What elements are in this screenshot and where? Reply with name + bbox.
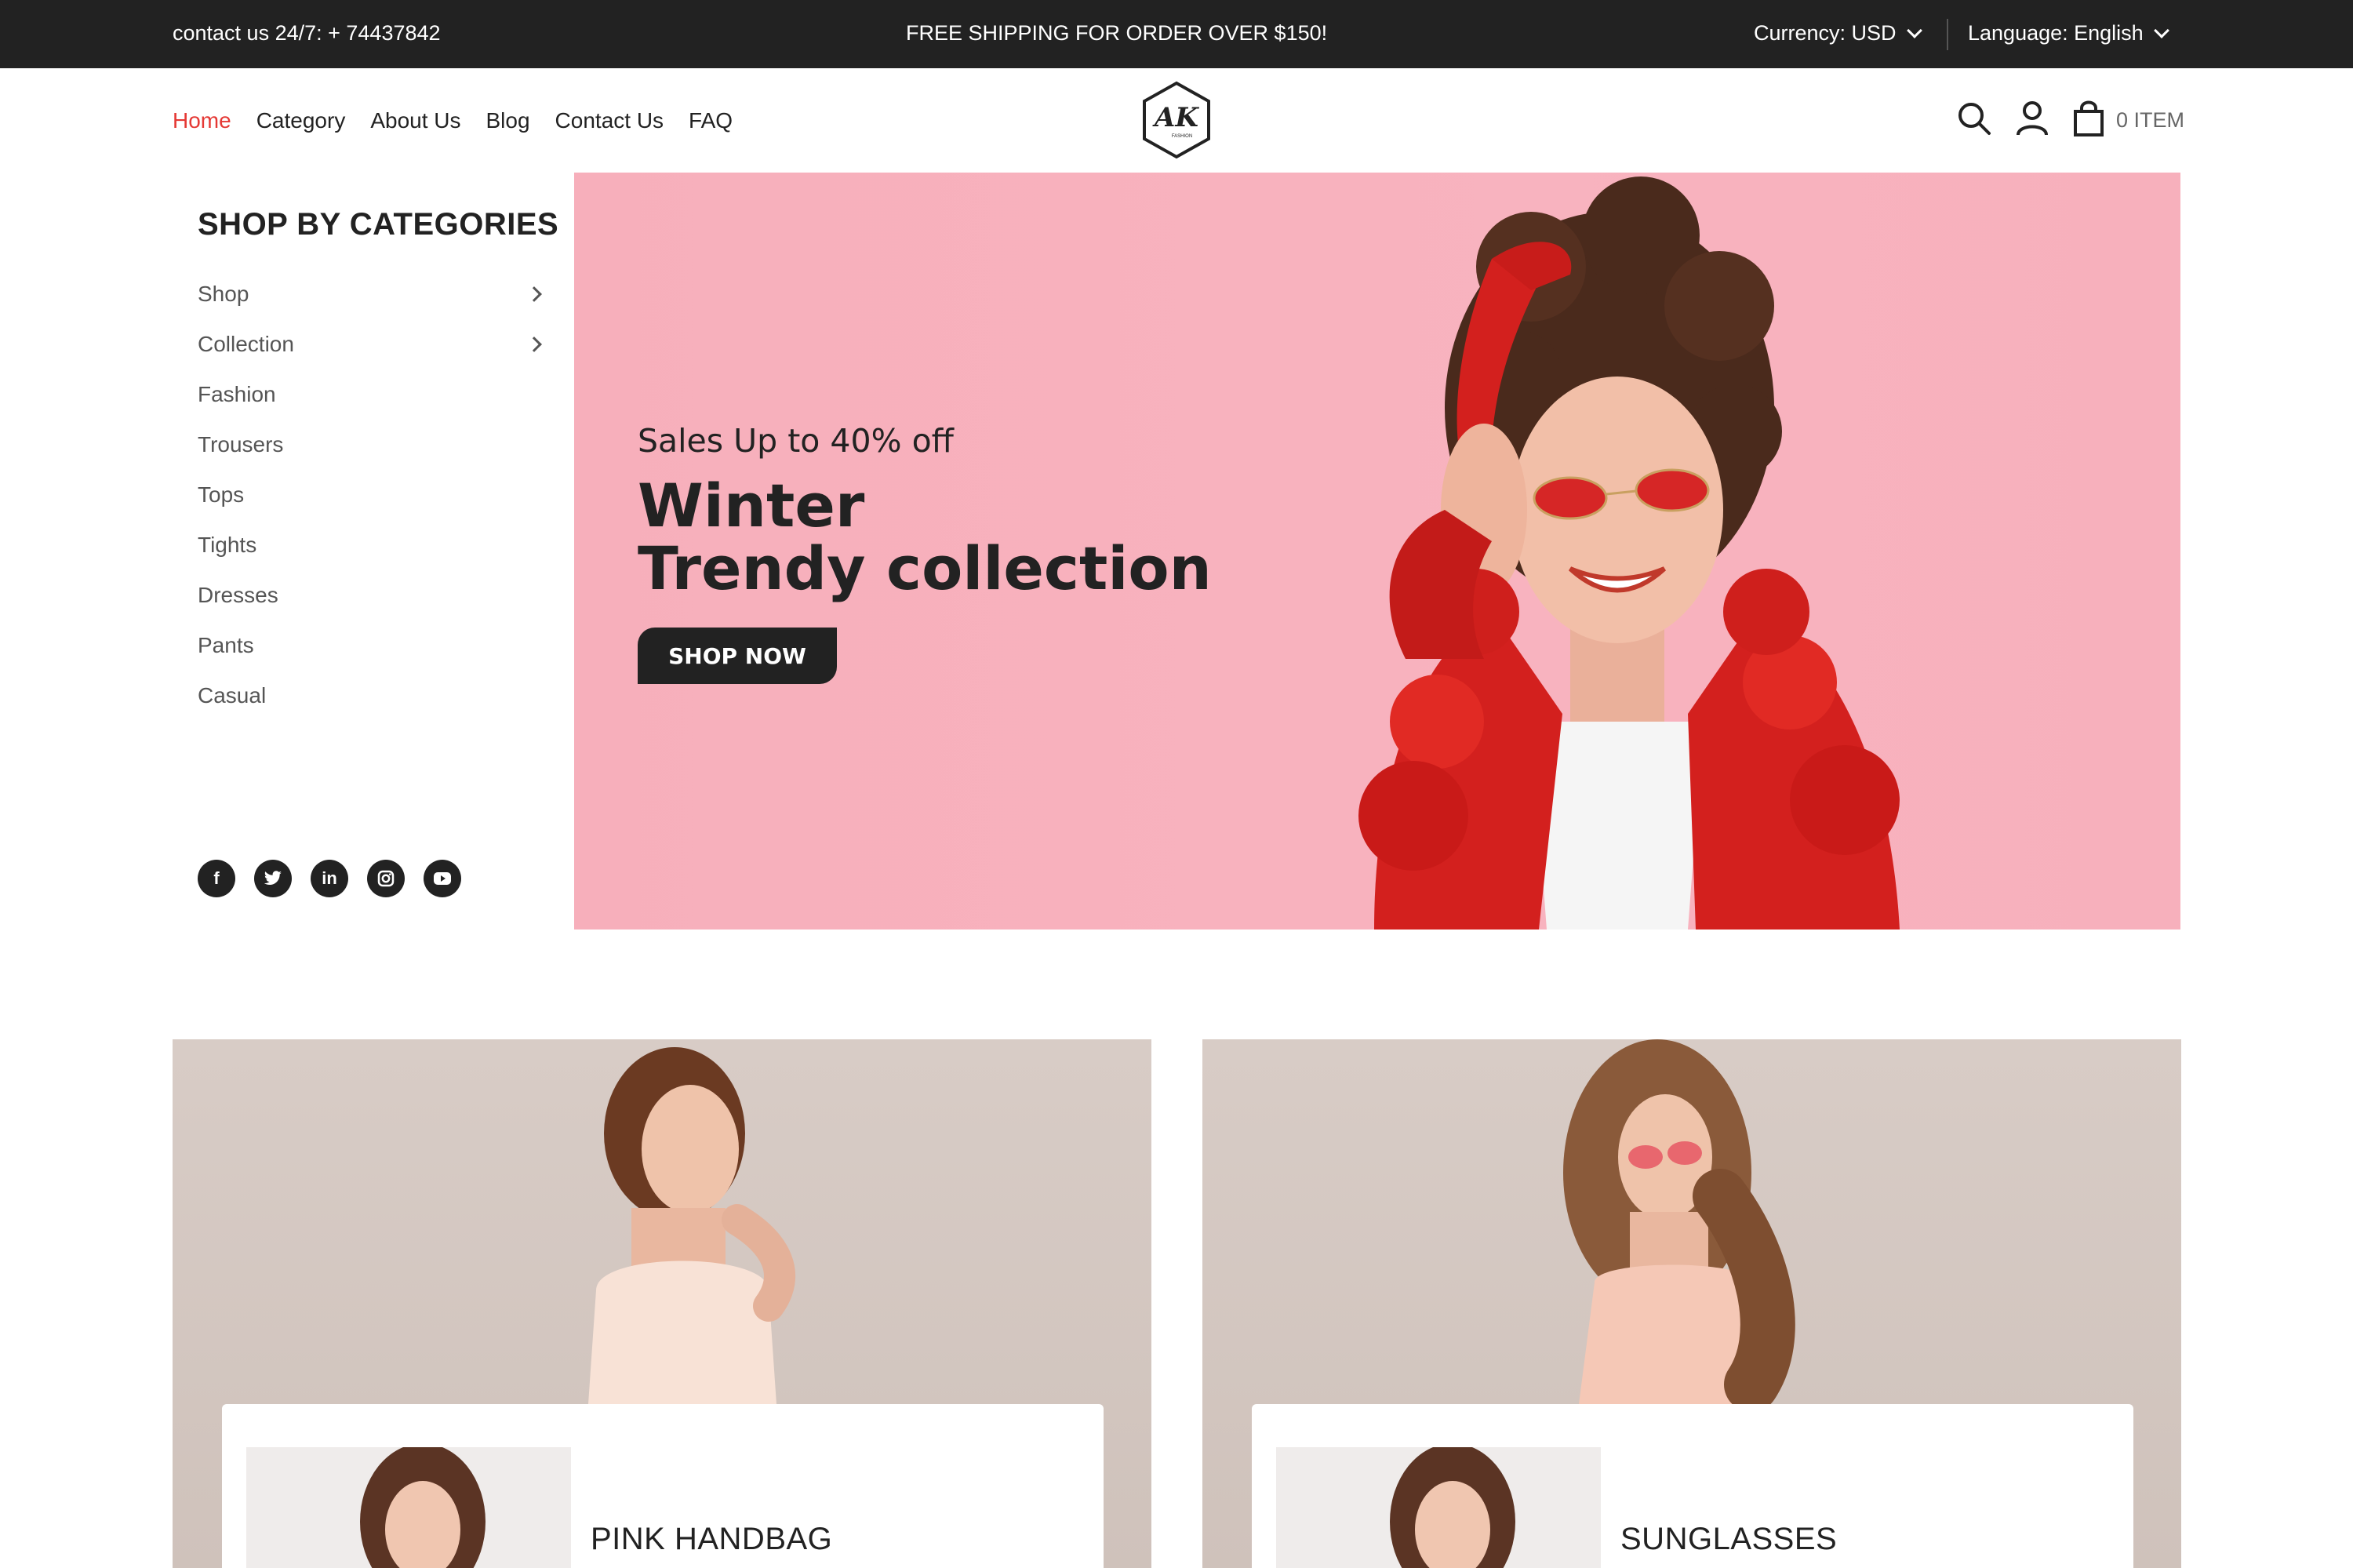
category-label: Tops [198,482,245,507]
user-icon[interactable] [2016,100,2049,140]
youtube-icon[interactable] [424,860,461,897]
product-thumbnail[interactable] [1276,1447,1601,1568]
category-label: Tights [198,533,257,557]
social-links: f in [198,860,461,897]
promo-card-pink-handbag[interactable]: PINK HANDBAG [173,1039,1151,1568]
nav-blog[interactable]: Blog [486,108,530,133]
category-label: Dresses [198,583,278,607]
svg-text:AK: AK [1152,102,1199,133]
hero-subtitle: Sales Up to 40% off [638,422,954,460]
promo-card-body: PINK HANDBAG [222,1404,1104,1568]
category-label: Trousers [198,432,284,457]
category-item-fashion[interactable]: Fashion [198,369,546,420]
twitter-icon[interactable] [254,860,292,897]
nav-category[interactable]: Category [256,108,346,133]
promo-card-body: SUNGLASSES [1252,1404,2133,1568]
contact-info: contact us 24/7: + 74437842 [173,21,441,45]
header-actions: 0 ITEM [1956,100,2184,140]
category-label: Casual [198,683,267,708]
product-thumbnail[interactable] [246,1447,571,1568]
promo-card-sunglasses[interactable]: SUNGLASSES [1202,1039,2181,1568]
brand-logo[interactable]: AK FASHION [1141,80,1212,160]
nav-about-us[interactable]: About Us [370,108,460,133]
product-name[interactable]: PINK HANDBAG [591,1522,832,1557]
category-list: Shop Collection Fashion Trousers Tops Ti… [198,269,546,721]
nav-faq[interactable]: FAQ [689,108,733,133]
currency-select[interactable]: Currency: USD [1754,21,1922,45]
shop-now-button[interactable]: SHOP NOW [638,628,837,684]
cart-count[interactable]: 0 ITEM [2116,108,2184,133]
divider [1947,19,1948,50]
svg-text:FASHION: FASHION [1172,134,1192,139]
category-label: Shop [198,282,249,306]
main-nav: Home Category About Us Blog Contact Us F… [173,108,733,133]
category-item-tops[interactable]: Tops [198,470,546,520]
facebook-icon[interactable]: f [198,860,235,897]
category-item-dresses[interactable]: Dresses [198,570,546,620]
category-item-shop[interactable]: Shop [198,269,546,319]
sidebar-title: SHOP BY CATEGORIES [198,207,559,242]
hero-title: Winter Trendy collection [638,475,1212,600]
shipping-notice: FREE SHIPPING FOR ORDER OVER $150! [906,21,1328,45]
chevron-down-icon [1906,22,1922,38]
currency-label: Currency: USD [1754,21,1897,45]
linkedin-icon[interactable]: in [311,860,348,897]
chevron-right-icon [526,337,542,352]
category-item-tights[interactable]: Tights [198,520,546,570]
category-label: Fashion [198,382,276,406]
category-item-collection[interactable]: Collection [198,319,546,369]
hero-model-image [1358,176,1900,930]
search-icon[interactable] [1956,100,1992,140]
product-name[interactable]: SUNGLASSES [1620,1522,1837,1557]
category-item-trousers[interactable]: Trousers [198,420,546,470]
nav-contact-us[interactable]: Contact Us [555,108,664,133]
category-label: Pants [198,633,254,657]
nav-home[interactable]: Home [173,108,231,133]
chevron-right-icon [526,286,542,302]
hero-banner: Sales Up to 40% off Winter Trendy collec… [574,173,2180,930]
category-item-pants[interactable]: Pants [198,620,546,671]
language-label: Language: English [1968,21,2144,45]
top-bar: contact us 24/7: + 74437842 FREE SHIPPIN… [0,0,2353,68]
hero-title-line1: Winter [638,471,865,540]
hero-title-line2: Trendy collection [638,533,1212,603]
language-select[interactable]: Language: English [1968,21,2169,45]
instagram-icon[interactable] [367,860,405,897]
category-label: Collection [198,332,294,356]
cart-icon[interactable] [2072,100,2105,140]
category-item-casual[interactable]: Casual [198,671,546,721]
category-sidebar: SHOP BY CATEGORIES Shop Collection Fashi… [173,173,574,930]
chevron-down-icon [2153,22,2169,38]
